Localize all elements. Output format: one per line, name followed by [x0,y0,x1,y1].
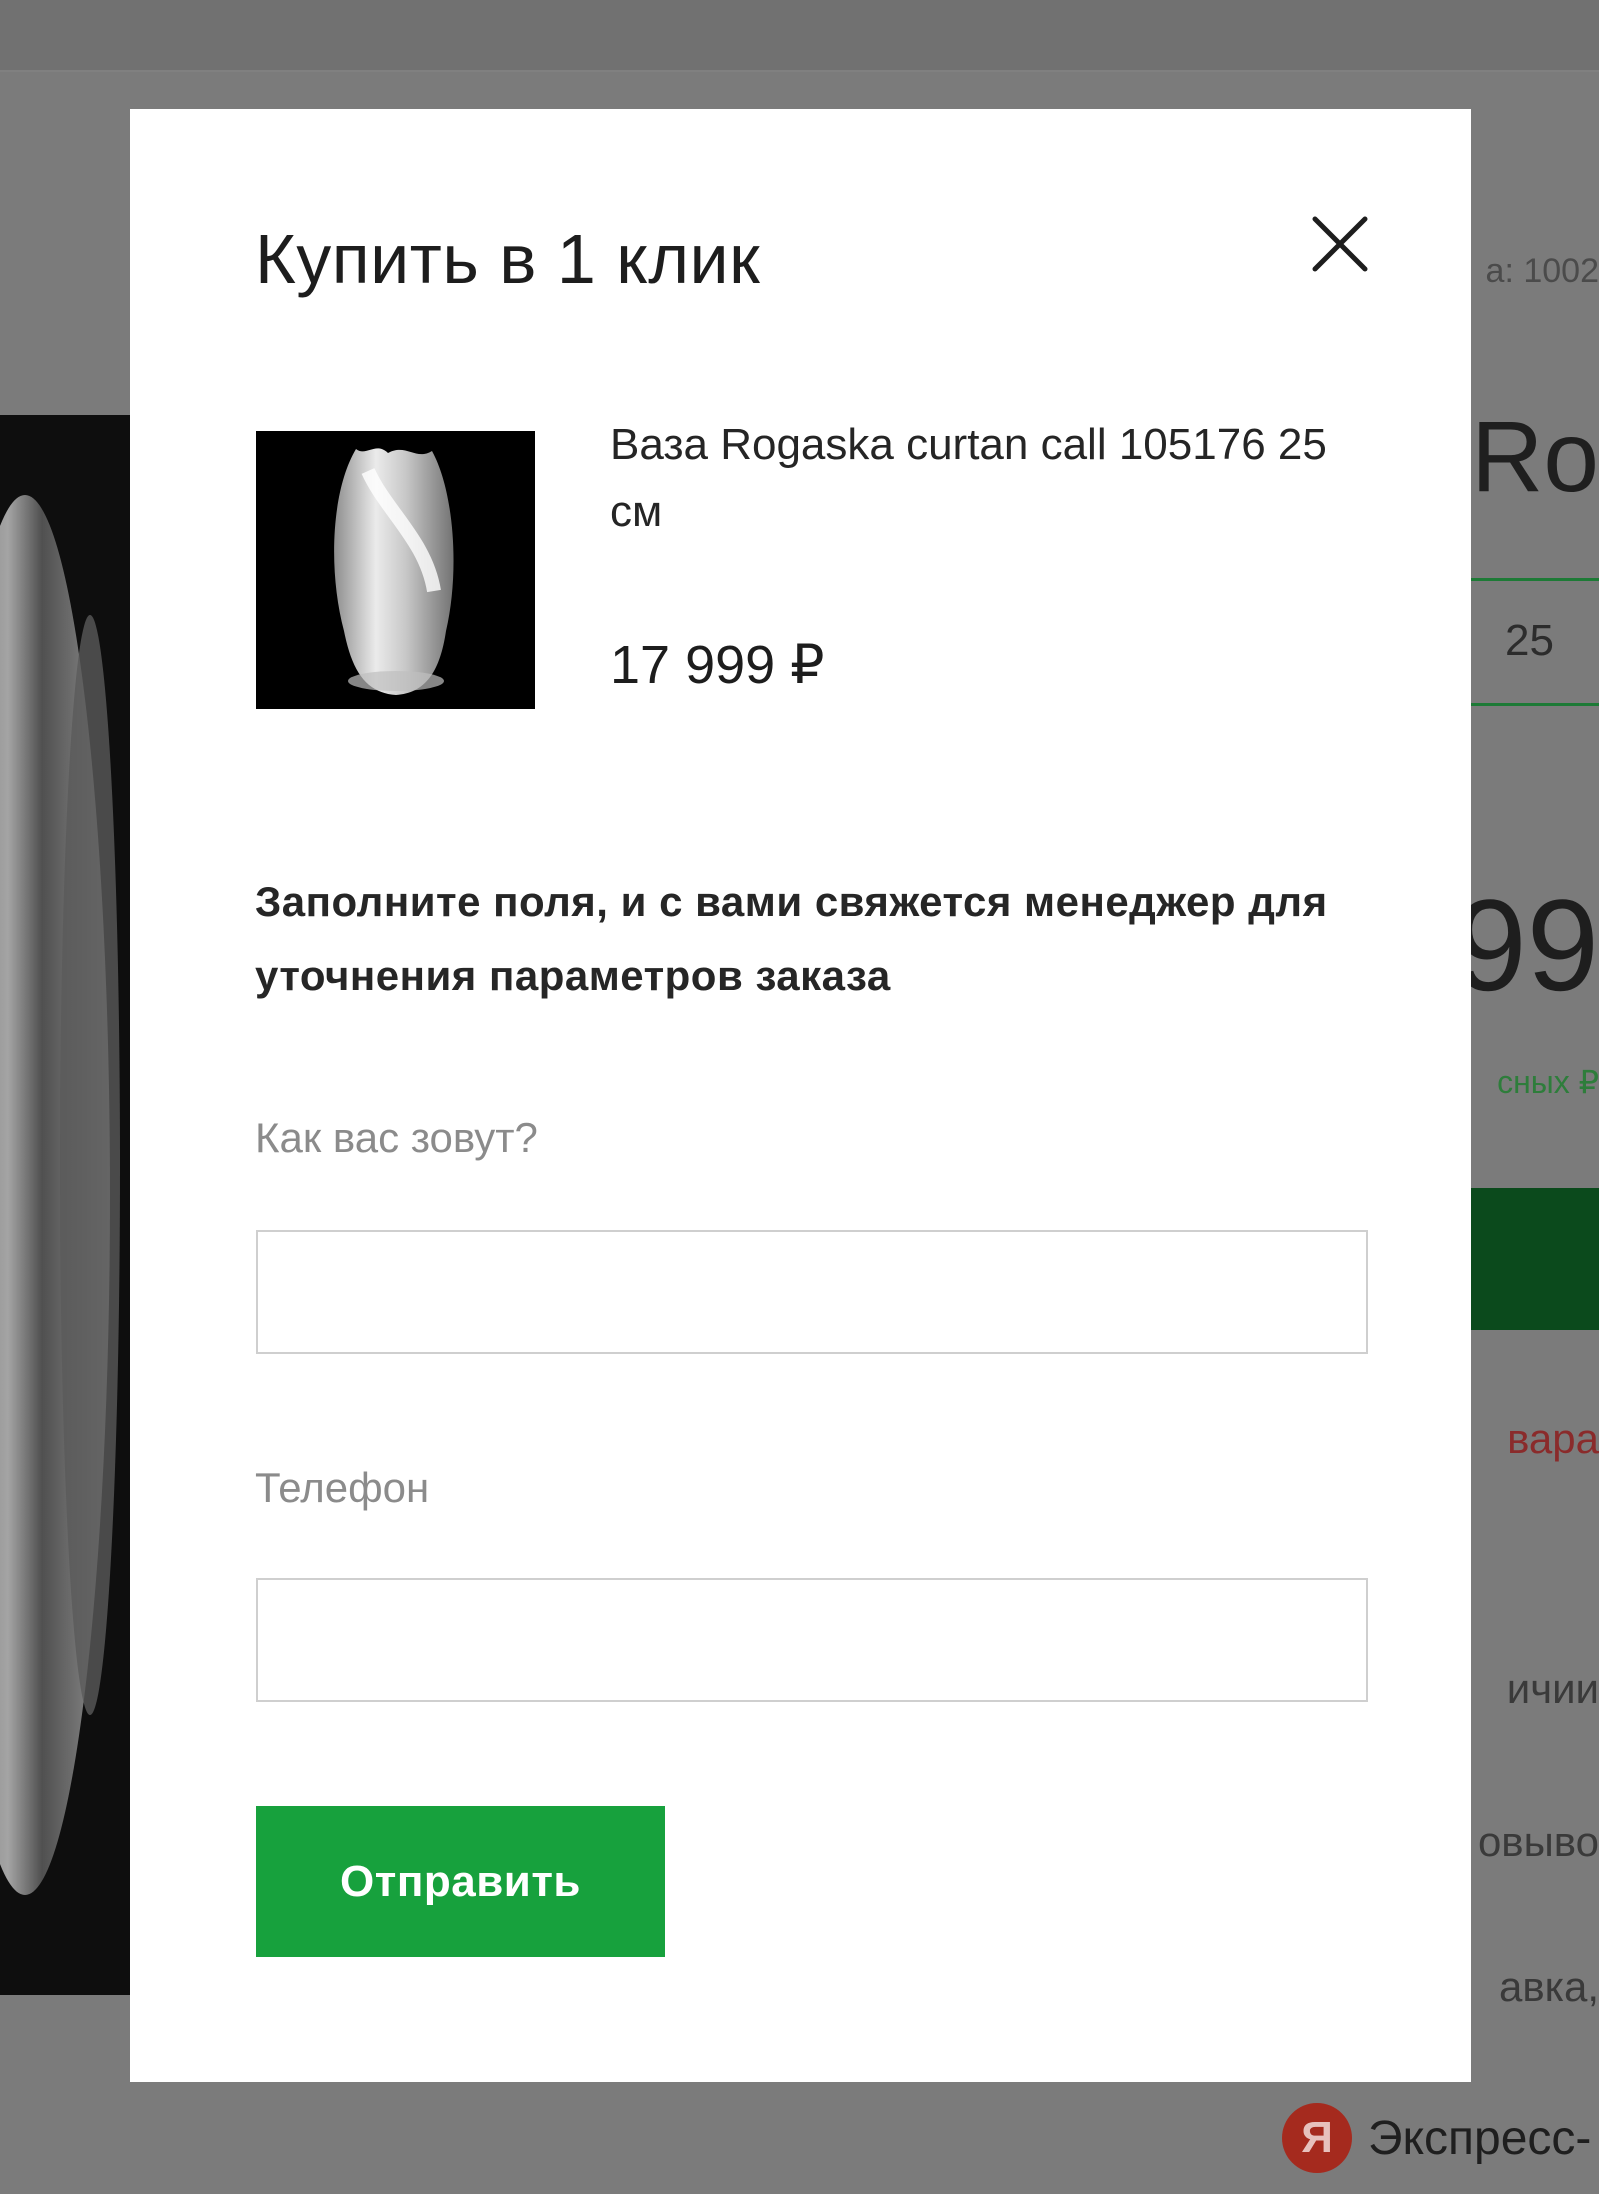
product-gallery-image [0,415,130,1995]
product-price-large: 99 [1454,872,1599,1018]
buy-one-click-modal: Купить в 1 клик Ваза Rogaska curtan call… [130,109,1471,2082]
bonus-info: сных ₽ [1497,1064,1599,1100]
express-delivery-badge: Я Экспресс- [1282,2103,1591,2173]
phone-input[interactable] [256,1578,1368,1702]
pickup-info: овыво [1477,1818,1599,1865]
name-field-label: Как вас зовут? [255,1114,538,1161]
name-input[interactable] [256,1230,1368,1354]
delivery-info: авка, [1499,1963,1599,2010]
product-name[interactable]: Ваза Rogaska curtan call 105176 25 см [610,411,1350,545]
vase-image [334,448,454,695]
modal-title: Купить в 1 клик [255,220,761,298]
close-button[interactable] [1305,209,1375,279]
yandex-logo-icon: Я [1282,2103,1352,2173]
close-icon [1312,216,1368,272]
add-to-cart-button [1470,1188,1599,1330]
availability-info: ичии [1506,1665,1599,1712]
phone-field-label: Телефон [255,1464,430,1511]
stock-status: вара [1507,1415,1599,1462]
express-label: Экспресс- [1368,2111,1592,2165]
product-sku: а: 1002 [1485,252,1599,290]
site-header [0,0,1599,72]
vase-shadow [60,615,120,1715]
product-thumbnail [256,431,535,709]
size-option: 25 [1505,616,1554,665]
submit-button[interactable]: Отправить [256,1806,665,1957]
form-instructions: Заполните поля, и с вами свяжется менедж… [255,878,1328,999]
product-price: 17 999 ₽ [610,635,825,695]
